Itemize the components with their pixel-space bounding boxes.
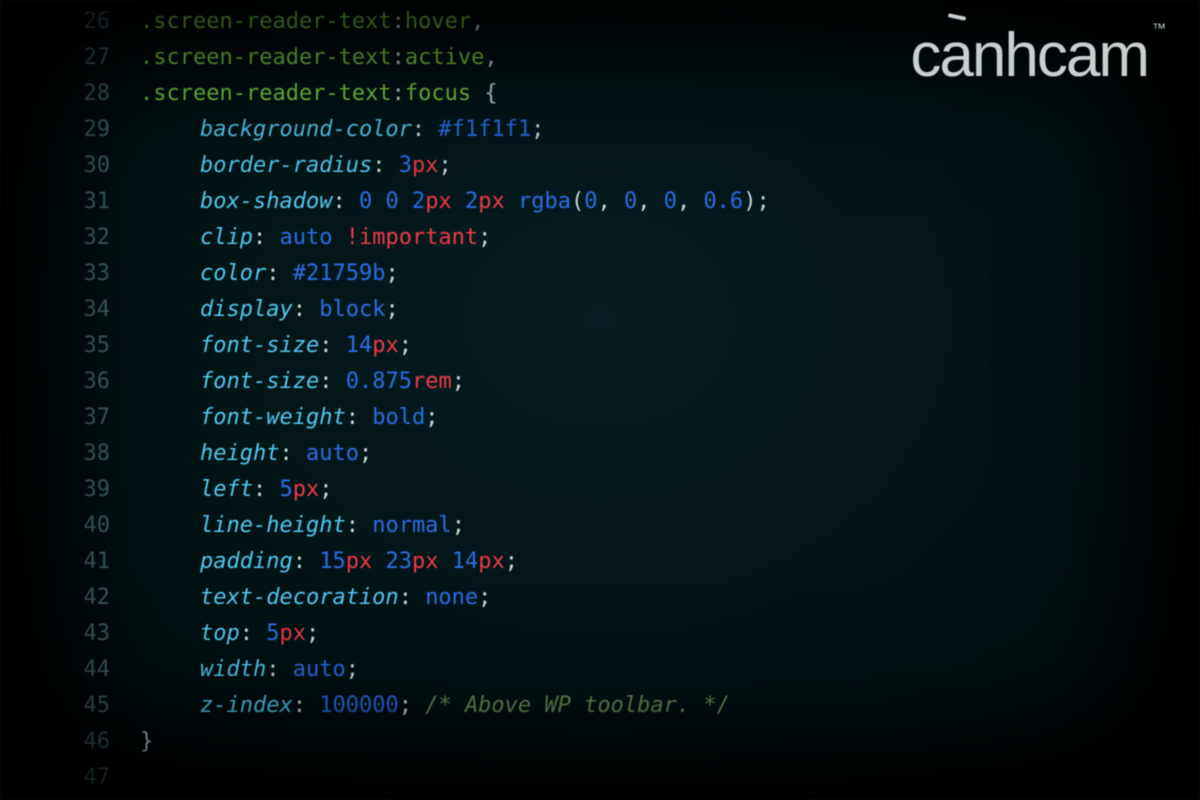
line-number: 44 bbox=[0, 652, 140, 688]
line-content: background-color: #f1f1f1; bbox=[140, 112, 544, 148]
code-line: 35font-size: 14px; bbox=[0, 328, 770, 364]
code-line: 42text-decoration: none; bbox=[0, 580, 770, 616]
line-content: .screen-reader-text:hover, bbox=[140, 4, 484, 40]
code-line: 46} bbox=[0, 724, 770, 760]
logo-text: canhcam bbox=[910, 21, 1148, 90]
code-line: 47 bbox=[0, 760, 770, 796]
line-content: clip: auto !important; bbox=[140, 220, 491, 256]
line-content: box-shadow: 0 0 2px 2px rgba(0, 0, 0, 0.… bbox=[140, 184, 770, 220]
code-line: 43top: 5px; bbox=[0, 616, 770, 652]
code-line: 31box-shadow: 0 0 2px 2px rgba(0, 0, 0, … bbox=[0, 184, 770, 220]
code-line: 36font-size: 0.875rem; bbox=[0, 364, 770, 400]
code-line: 45z-index: 100000; /* Above WP toolbar. … bbox=[0, 688, 770, 724]
line-number: 46 bbox=[0, 724, 140, 760]
line-number: 28 bbox=[0, 76, 140, 112]
line-content: text-decoration: none; bbox=[140, 580, 491, 616]
line-content: width: auto; bbox=[140, 652, 359, 688]
line-number: 34 bbox=[0, 292, 140, 328]
brand-logo: canhcam™ bbox=[910, 20, 1166, 91]
line-content: top: 5px; bbox=[140, 616, 319, 652]
line-number: 27 bbox=[0, 40, 140, 76]
code-line: 38height: auto; bbox=[0, 436, 770, 472]
line-content: .screen-reader-text:active, bbox=[140, 40, 498, 76]
code-block: 26.screen-reader-text:hover,27.screen-re… bbox=[0, 4, 770, 796]
line-content: z-index: 100000; /* Above WP toolbar. */ bbox=[140, 688, 730, 724]
line-number: 41 bbox=[0, 544, 140, 580]
code-line: 32clip: auto !important; bbox=[0, 220, 770, 256]
line-number: 31 bbox=[0, 184, 140, 220]
code-line: 40line-height: normal; bbox=[0, 508, 770, 544]
line-number: 40 bbox=[0, 508, 140, 544]
line-content: color: #21759b; bbox=[140, 256, 399, 292]
line-content: border-radius: 3px; bbox=[140, 148, 452, 184]
line-content: height: auto; bbox=[140, 436, 372, 472]
code-line: 30border-radius: 3px; bbox=[0, 148, 770, 184]
line-number: 37 bbox=[0, 400, 140, 436]
line-number: 42 bbox=[0, 580, 140, 616]
code-line: 39left: 5px; bbox=[0, 472, 770, 508]
code-line: 29background-color: #f1f1f1; bbox=[0, 112, 770, 148]
line-number: 36 bbox=[0, 364, 140, 400]
line-number: 33 bbox=[0, 256, 140, 292]
line-content: .screen-reader-text:focus { bbox=[140, 76, 498, 112]
line-number: 32 bbox=[0, 220, 140, 256]
code-line: 44width: auto; bbox=[0, 652, 770, 688]
code-line: 34display: block; bbox=[0, 292, 770, 328]
line-content: font-size: 14px; bbox=[140, 328, 412, 364]
line-content: } bbox=[140, 724, 153, 760]
trademark-symbol: ™ bbox=[1152, 20, 1166, 36]
line-number: 43 bbox=[0, 616, 140, 652]
line-number: 39 bbox=[0, 472, 140, 508]
line-content: left: 5px; bbox=[140, 472, 332, 508]
code-line: 27.screen-reader-text:active, bbox=[0, 40, 770, 76]
code-line: 37font-weight: bold; bbox=[0, 400, 770, 436]
line-number: 45 bbox=[0, 688, 140, 724]
code-line: 41padding: 15px 23px 14px; bbox=[0, 544, 770, 580]
line-content: font-size: 0.875rem; bbox=[140, 364, 465, 400]
line-content: display: block; bbox=[140, 292, 399, 328]
line-number: 38 bbox=[0, 436, 140, 472]
line-number: 47 bbox=[0, 760, 140, 796]
line-number: 35 bbox=[0, 328, 140, 364]
code-line: 33color: #21759b; bbox=[0, 256, 770, 292]
code-line: 28.screen-reader-text:focus { bbox=[0, 76, 770, 112]
line-content: padding: 15px 23px 14px; bbox=[140, 544, 518, 580]
line-number: 30 bbox=[0, 148, 140, 184]
line-content: font-weight: bold; bbox=[140, 400, 438, 436]
code-line: 26.screen-reader-text:hover, bbox=[0, 4, 770, 40]
line-number: 26 bbox=[0, 4, 140, 40]
line-content: line-height: normal; bbox=[140, 508, 465, 544]
line-number: 29 bbox=[0, 112, 140, 148]
code-editor[interactable]: canhcam™ 26.screen-reader-text:hover,27.… bbox=[0, 0, 1200, 800]
